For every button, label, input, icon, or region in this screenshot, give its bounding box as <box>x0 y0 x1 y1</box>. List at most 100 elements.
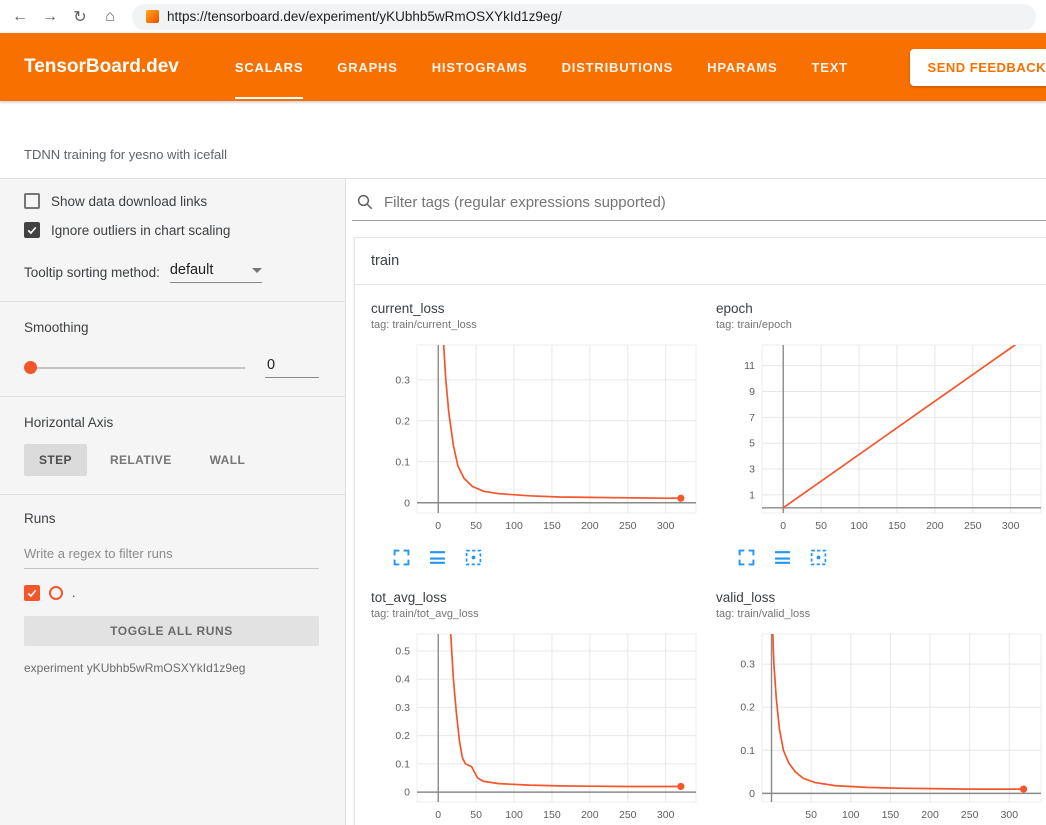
chart-widget: tot_avg_loss tag: train/tot_avg_loss 0 0.… <box>371 590 711 825</box>
y-tick-label: 5 <box>749 438 755 450</box>
tab-distributions[interactable]: DISTRIBUTIONS <box>562 33 674 101</box>
experiment-description: TDNN training for yesno with icefall <box>24 147 227 162</box>
expand-chart-icon[interactable] <box>393 549 410 566</box>
chart-widget: valid_loss tag: train/valid_loss 00.10.2… <box>716 590 1046 825</box>
smoothing-slider[interactable] <box>24 367 245 369</box>
chart-tag: tag: train/tot_avg_loss <box>371 608 711 620</box>
chart-title: valid_loss <box>716 590 1046 605</box>
app-header: TensorBoard.dev SCALARS GRAPHS HISTOGRAM… <box>0 33 1046 101</box>
y-tick-label: 0 <box>404 497 410 509</box>
tensorboard-favicon <box>146 10 159 23</box>
x-tick-label: 300 <box>1002 520 1020 532</box>
y-tick-label: 0.3 <box>395 374 410 386</box>
chart-widget: current_loss tag: train/current_loss 00.… <box>371 301 711 566</box>
x-tick-label: 0 <box>780 520 786 532</box>
chart-plot[interactable]: 00.10.20.350100150200250300 <box>716 628 1046 825</box>
run-checkbox-icon <box>24 585 40 601</box>
url-input[interactable] <box>167 9 1022 24</box>
home-icon[interactable]: ⌂ <box>96 8 124 26</box>
chart-actions <box>738 549 1046 566</box>
chart-title: epoch <box>716 301 1046 316</box>
main-content: train current_loss tag: train/current_lo… <box>346 179 1046 825</box>
axis-step-button[interactable]: STEP <box>24 444 87 476</box>
x-tick-label: 50 <box>815 520 827 532</box>
tab-graphs[interactable]: GRAPHS <box>337 33 397 101</box>
run-color-circle <box>49 586 63 600</box>
x-tick-label: 150 <box>882 809 900 821</box>
plot-area <box>762 345 1041 513</box>
search-icon <box>356 193 374 211</box>
log-scale-icon[interactable] <box>429 549 446 566</box>
address-bar[interactable] <box>132 4 1036 30</box>
forward-icon[interactable]: → <box>36 8 64 26</box>
tab-histograms[interactable]: HISTOGRAMS <box>432 33 528 101</box>
tab-hparams[interactable]: HPARAMS <box>707 33 777 101</box>
train-card: train current_loss tag: train/current_lo… <box>354 237 1046 825</box>
smoothing-value-input[interactable]: 0 <box>265 357 319 378</box>
chart-tag: tag: train/epoch <box>716 319 1046 331</box>
experiment-id: experiment yKUbhb5wRmOSXYkId1z9eg <box>24 661 319 675</box>
axis-wall-button[interactable]: WALL <box>195 444 261 476</box>
show-download-links-checkbox[interactable]: Show data download links <box>24 193 319 209</box>
experiment-description-bar: TDNN training for yesno with icefall <box>0 101 1046 179</box>
y-tick-label: 0.3 <box>395 702 410 714</box>
back-icon[interactable]: ← <box>6 8 34 26</box>
tag-filter-input[interactable] <box>384 194 1046 211</box>
reload-icon[interactable]: ↻ <box>66 7 94 27</box>
settings-sidebar: Show data download links Ignore outliers… <box>0 179 346 825</box>
y-tick-label: 0.3 <box>740 659 755 671</box>
tooltip-sorting-row: Tooltip sorting method: default <box>24 262 319 283</box>
x-tick-label: 200 <box>926 520 944 532</box>
y-tick-label: 0.2 <box>395 415 410 427</box>
charts-grid: current_loss tag: train/current_loss 00.… <box>355 285 1046 825</box>
log-scale-icon[interactable] <box>774 549 791 566</box>
tag-filter <box>352 179 1046 221</box>
toggle-all-runs-button[interactable]: TOGGLE ALL RUNS <box>24 616 319 646</box>
runs-filter-input[interactable] <box>24 536 319 569</box>
tooltip-sorting-select[interactable]: default <box>170 262 262 283</box>
final-value-dot <box>1020 785 1027 792</box>
plot-area <box>417 634 696 802</box>
x-tick-label: 250 <box>619 809 637 821</box>
chart-title: tot_avg_loss <box>371 590 711 605</box>
x-tick-label: 50 <box>805 809 817 821</box>
show-download-links-label: Show data download links <box>51 194 207 209</box>
chart-plot[interactable]: 00.10.20.3050100150200250300 <box>371 339 701 539</box>
y-tick-label: 0 <box>749 788 755 800</box>
x-tick-label: 200 <box>581 520 599 532</box>
y-tick-label: 0.4 <box>395 674 410 686</box>
axis-relative-button[interactable]: RELATIVE <box>95 444 187 476</box>
x-tick-label: 300 <box>657 520 675 532</box>
ignore-outliers-checkbox[interactable]: Ignore outliers in chart scaling <box>24 222 319 238</box>
final-value-dot <box>677 495 684 502</box>
y-tick-label: 0.5 <box>395 645 410 657</box>
x-tick-label: 0 <box>435 809 441 821</box>
ignore-outliers-label: Ignore outliers in chart scaling <box>51 223 230 238</box>
chart-widget: epoch tag: train/epoch 13579110501001502… <box>716 301 1046 566</box>
send-feedback-button[interactable]: SEND FEEDBACK <box>910 49 1046 86</box>
y-tick-label: 7 <box>749 412 755 424</box>
x-tick-label: 250 <box>961 809 979 821</box>
x-tick-label: 50 <box>470 520 482 532</box>
y-tick-label: 0.2 <box>395 730 410 742</box>
runs-label: Runs <box>24 511 319 526</box>
y-tick-label: 0.1 <box>395 758 410 770</box>
chart-plot[interactable]: 00.10.20.30.40.5050100150200250300 <box>371 628 701 825</box>
x-tick-label: 200 <box>921 809 939 821</box>
run-item[interactable]: . <box>24 585 319 601</box>
x-tick-label: 0 <box>435 520 441 532</box>
fit-domain-icon[interactable] <box>465 549 482 566</box>
chart-plot[interactable]: 1357911050100150200250300 <box>716 339 1046 539</box>
tab-scalars[interactable]: SCALARS <box>235 33 303 101</box>
expand-chart-icon[interactable] <box>738 549 755 566</box>
x-tick-label: 100 <box>505 809 523 821</box>
train-group-header[interactable]: train <box>355 238 1046 285</box>
checkbox-checked-icon <box>24 222 40 238</box>
x-tick-label: 100 <box>850 520 868 532</box>
smoothing-label: Smoothing <box>24 320 319 335</box>
horizontal-axis-label: Horizontal Axis <box>24 415 319 430</box>
fit-domain-icon[interactable] <box>810 549 827 566</box>
y-tick-label: 1 <box>749 489 755 501</box>
slider-knob[interactable] <box>24 361 37 374</box>
tab-text[interactable]: TEXT <box>811 33 847 101</box>
